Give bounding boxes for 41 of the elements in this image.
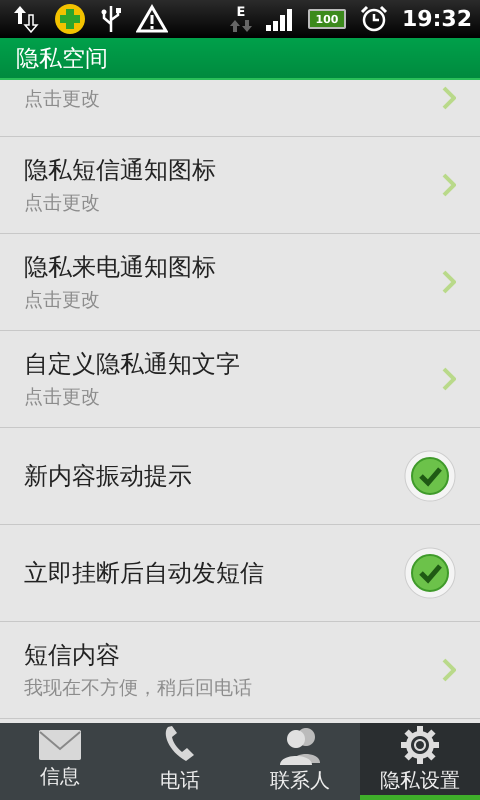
chevron-icon [442,173,456,197]
setting-title: 短信内容 [24,640,121,671]
setting-subtitle: 点击更改 [24,87,100,112]
clock-time: 19:32 [402,6,472,32]
settings-row[interactable]: 隐私来电通知图标 点击更改 [0,234,480,331]
tab[interactable]: 联系人 [240,723,360,800]
signal-icon [266,7,294,31]
network-type-label: E [236,6,246,20]
settings-row[interactable]: 新内容振动提示 [0,428,480,525]
tab[interactable]: 信息 [0,723,120,800]
chevron-icon [442,367,456,391]
setting-title: 新内容振动提示 [24,461,192,492]
settings-icon [400,724,440,764]
setting-title: 隐私来电通知图标 [24,252,216,283]
plus-circle-icon [54,3,86,35]
tab[interactable]: 电话 [120,723,240,800]
tab[interactable]: 隐私设置 [360,723,480,800]
chevron-icon [442,658,456,682]
alarm-clock-icon [360,5,388,33]
settings-row[interactable]: 自定义隐私通知文字 点击更改 [0,331,480,428]
checkbox[interactable] [404,547,456,599]
setting-subtitle: 我现在不方便，稍后回电话 [24,676,252,701]
setting-subtitle: 点击更改 [24,385,101,410]
setting-subtitle: 点击更改 [24,191,101,216]
envelope-icon [38,728,82,760]
settings-row[interactable]: 立即挂断后自动发短信 [0,525,480,622]
setting-subtitle: 点击更改 [24,288,101,313]
chevron-icon [442,86,456,110]
data-arrows-icon [230,20,252,32]
settings-row[interactable]: 短信内容 我现在不方便，稍后回电话 [0,622,480,719]
setting-title: 立即挂断后自动发短信 [24,558,264,589]
setting-title: 隐私短信通知图标 [24,155,216,186]
battery-icon: 100 [308,9,346,29]
checkbox[interactable] [404,450,456,502]
setting-title: 自定义隐私通知文字 [24,349,240,380]
data-transfer-icon [12,4,40,34]
usb-icon [100,4,122,34]
settings-row[interactable]: 隐私短信通知图标 点击更改 [0,137,480,234]
chevron-icon [442,270,456,294]
warning-icon [136,4,168,34]
screen-title: 隐私空间 [16,44,108,74]
